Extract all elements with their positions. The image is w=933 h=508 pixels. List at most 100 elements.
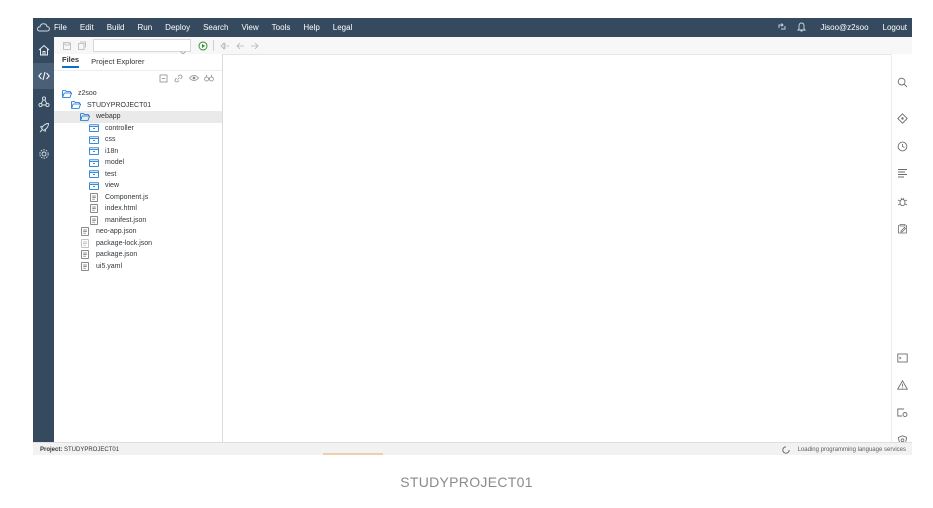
web-ide-window: File Edit Build Run Deploy Search View Tools Hel… bbox=[33, 18, 912, 455]
tree-item-label: model bbox=[105, 159, 125, 167]
menu-item-tools[interactable]: Tools bbox=[272, 23, 291, 32]
folder-icon bbox=[89, 147, 99, 156]
debug-step-icon[interactable] bbox=[217, 38, 232, 53]
menu-item-legal[interactable]: Legal bbox=[333, 23, 353, 32]
home-icon[interactable] bbox=[33, 37, 54, 63]
settings-gear-icon[interactable] bbox=[33, 141, 54, 167]
tree-folder-model[interactable]: model bbox=[54, 157, 222, 169]
tree-folder-test[interactable]: test bbox=[54, 169, 222, 181]
menu-item-help[interactable]: Help bbox=[303, 23, 319, 32]
menu-item-run[interactable]: Run bbox=[137, 23, 152, 32]
tree-file-component-js[interactable]: Component.js bbox=[54, 192, 222, 204]
folder-icon bbox=[71, 101, 81, 110]
panel-tabs: Files Project Explorer bbox=[54, 54, 222, 68]
link-with-editor-icon[interactable] bbox=[173, 73, 184, 84]
monitor-settings-icon[interactable] bbox=[896, 407, 908, 419]
navigate-back-icon[interactable] bbox=[232, 38, 247, 53]
menu-item-build[interactable]: Build bbox=[107, 23, 125, 32]
tree-file-ui5-yaml[interactable]: ui5.yaml bbox=[54, 261, 222, 273]
warning-triangle-icon[interactable] bbox=[896, 379, 908, 391]
panel-tools bbox=[54, 70, 222, 85]
tab-files[interactable]: Files bbox=[62, 55, 80, 68]
menu-item-edit[interactable]: Edit bbox=[80, 23, 94, 32]
run-icon[interactable] bbox=[195, 38, 210, 53]
tree-item-label: manifest.json bbox=[105, 216, 147, 224]
menu-items: File Edit Build Run Deploy Search View Tools Hel… bbox=[54, 23, 365, 32]
tree-folder-view[interactable]: view bbox=[54, 180, 222, 192]
tree-folder-studyproject01[interactable]: STUDYPROJECT01 bbox=[54, 100, 222, 112]
status-bar: Project: STUDYPROJECT01 Loading programm… bbox=[33, 442, 912, 455]
tree-item-label: webapp bbox=[96, 113, 121, 121]
folder-icon bbox=[89, 124, 99, 133]
navigate-forward-icon[interactable] bbox=[247, 38, 262, 53]
status-loading-text: Loading programming language services bbox=[797, 446, 906, 453]
tree-item-label: package.json bbox=[96, 251, 138, 259]
tree-folder-i18n[interactable]: i18n bbox=[54, 146, 222, 158]
folder-icon bbox=[89, 159, 99, 167]
search-files-binoculars-icon[interactable] bbox=[203, 73, 214, 84]
menu-item-view[interactable]: View bbox=[241, 23, 258, 32]
user-name[interactable]: Jisoo@z2soo bbox=[820, 23, 868, 32]
tree-item-label: test bbox=[105, 170, 117, 178]
git-diamond-icon[interactable] bbox=[896, 112, 908, 124]
save-icon[interactable] bbox=[59, 38, 74, 53]
menu-item-deploy[interactable]: Deploy bbox=[165, 23, 190, 32]
terminal-console-icon[interactable] bbox=[896, 352, 908, 364]
tree-item-label: i18n bbox=[105, 147, 119, 155]
tree-item-label: STUDYPROJECT01 bbox=[87, 101, 152, 109]
right-side-bar bbox=[891, 54, 912, 446]
share-icon[interactable] bbox=[777, 19, 787, 37]
folder-icon bbox=[62, 89, 72, 98]
tree-file-index-html[interactable]: index.html bbox=[54, 203, 222, 215]
tree-folder-controller[interactable]: controller bbox=[54, 123, 222, 135]
tree-folder-css[interactable]: css bbox=[54, 134, 222, 146]
search-icon[interactable] bbox=[896, 76, 908, 88]
main-toolbar bbox=[54, 37, 912, 55]
cloud-logo-icon[interactable] bbox=[33, 18, 54, 37]
file-icon bbox=[89, 192, 99, 202]
collapse-all-icon[interactable] bbox=[158, 73, 169, 84]
status-project-label: Project: bbox=[40, 446, 63, 453]
tree-item-label: package-lock.json bbox=[96, 239, 153, 247]
history-clock-icon[interactable] bbox=[896, 140, 908, 152]
clipboard-edit-icon[interactable] bbox=[896, 222, 908, 234]
status-loading: Loading programming language services bbox=[781, 445, 906, 454]
run-configuration-select[interactable] bbox=[93, 39, 191, 55]
tree-folder-webapp[interactable]: webapp bbox=[54, 111, 222, 123]
progress-indicator bbox=[323, 453, 383, 455]
files-panel: Files Project Explorer z2soo STUDYPROJECT0… bbox=[54, 54, 223, 442]
file-icon bbox=[80, 250, 90, 260]
status-project: Project: STUDYPROJECT01 bbox=[40, 447, 119, 453]
file-icon bbox=[89, 215, 99, 225]
folder-icon bbox=[89, 136, 99, 144]
spinner-icon bbox=[781, 445, 790, 454]
folder-icon bbox=[89, 182, 99, 190]
tree-folder-z2soo[interactable]: z2soo bbox=[54, 88, 222, 100]
tree-file-manifest-json[interactable]: manifest.json bbox=[54, 215, 222, 227]
file-icon bbox=[89, 204, 99, 214]
network-nodes-icon[interactable] bbox=[33, 89, 54, 115]
file-icon bbox=[80, 227, 90, 237]
status-project-name: STUDYPROJECT01 bbox=[64, 446, 120, 453]
save-all-icon[interactable] bbox=[74, 38, 89, 53]
tree-item-label: z2soo bbox=[78, 90, 97, 98]
tree-file-package-json[interactable]: package.json bbox=[54, 249, 222, 261]
tree-item-label: view bbox=[105, 182, 120, 190]
outline-list-icon[interactable] bbox=[896, 167, 908, 179]
menu-item-search[interactable]: Search bbox=[203, 23, 228, 32]
tree-file-neo-app-json[interactable]: neo-app.json bbox=[54, 226, 222, 238]
file-icon bbox=[80, 261, 90, 271]
rocket-icon[interactable] bbox=[33, 115, 54, 141]
file-icon bbox=[80, 238, 90, 248]
folder-icon bbox=[80, 112, 90, 121]
tree-file-package-lock-json[interactable]: package-lock.json bbox=[54, 238, 222, 250]
debugger-bug-icon[interactable] bbox=[896, 195, 908, 207]
menu-item-file[interactable]: File bbox=[54, 23, 67, 32]
tab-project-explorer[interactable]: Project Explorer bbox=[91, 57, 144, 68]
code-editor-icon[interactable] bbox=[33, 63, 54, 89]
toolbar-divider bbox=[213, 40, 214, 51]
bell-icon[interactable] bbox=[797, 19, 807, 37]
logout-link[interactable]: Logout bbox=[883, 23, 907, 32]
tree-item-label: Component.js bbox=[105, 193, 149, 201]
show-hidden-files-icon[interactable] bbox=[188, 73, 199, 84]
